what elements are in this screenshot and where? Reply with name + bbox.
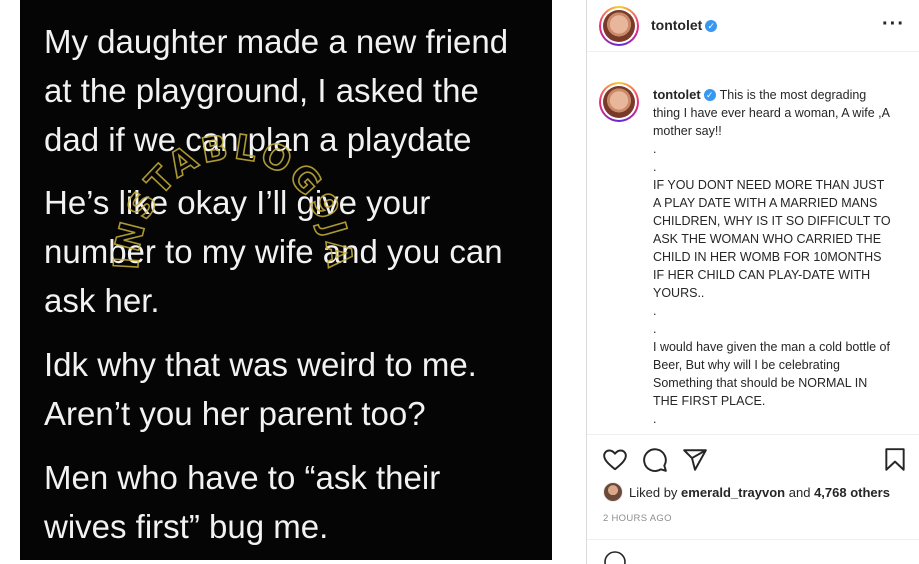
- comment-icon[interactable]: [642, 447, 668, 473]
- header-username[interactable]: tontolet: [651, 17, 702, 33]
- heart-icon[interactable]: [602, 447, 628, 473]
- quote-line: Men who have to “ask their: [44, 459, 441, 496]
- profile-photo: [603, 86, 635, 118]
- likes-count[interactable]: 4,768 others: [814, 485, 890, 500]
- caption-line: .: [653, 142, 657, 156]
- caption-line: .: [653, 322, 657, 336]
- caption-line: I would have given the man a cold bottle…: [653, 340, 890, 408]
- verified-badge-icon: ✓: [705, 20, 718, 32]
- caption-line: .: [653, 412, 657, 426]
- profile-photo: [603, 10, 635, 42]
- caption-area: tontolet ✓ This is the most degrading thin…: [587, 72, 919, 434]
- liked-by-joiner: and: [788, 484, 811, 500]
- bookmark-icon[interactable]: [882, 447, 908, 473]
- more-options-icon[interactable]: ···: [882, 14, 905, 34]
- avatar[interactable]: [599, 6, 639, 46]
- header-user: tontolet ✓: [651, 17, 718, 35]
- quote-line: Idk why that was weird to me.: [44, 346, 477, 383]
- quote-line: My daughter made a new friend: [44, 23, 509, 60]
- quote-line: Aren’t you her parent too?: [44, 395, 426, 432]
- post-media-area: My daughter made a new friend at the pla…: [0, 0, 586, 564]
- post-image[interactable]: My daughter made a new friend at the pla…: [20, 0, 552, 560]
- post-timestamp[interactable]: 2 HOURS AGO: [603, 513, 672, 524]
- liked-by-row: Liked by emerald_trayvon and 4,768 other…: [603, 482, 890, 502]
- share-icon[interactable]: [682, 447, 708, 473]
- quote-line: at the playground, I asked the: [44, 72, 479, 109]
- verified-badge-icon: ✓: [703, 89, 716, 101]
- actions-bar: Liked by emerald_trayvon and 4,768 other…: [587, 434, 919, 564]
- caption-line: IF YOU DONT NEED MORE THAN JUST A PLAY D…: [653, 178, 891, 300]
- liked-by-prefix: Liked by: [629, 484, 678, 500]
- caption-username[interactable]: tontolet: [653, 87, 701, 102]
- avatar[interactable]: [599, 82, 639, 122]
- add-comment-row: [587, 539, 919, 564]
- caption-line: .: [653, 160, 657, 174]
- quote-line: ask her.: [44, 282, 160, 319]
- caption-text: tontolet ✓ This is the most degrading thin…: [653, 86, 893, 428]
- liker-avatar[interactable]: [603, 482, 623, 502]
- quote-line: dad if we can plan a playdate: [44, 121, 472, 158]
- quote-line: He’s like okay I’ll give your: [44, 184, 431, 221]
- post-side-panel: tontolet ✓ ··· tontolet ✓ This is the most …: [587, 0, 919, 564]
- liker-username[interactable]: emerald_trayvon: [681, 485, 785, 500]
- quote-line: number to my wife and you can: [44, 233, 503, 270]
- quote-line: wives first” bug me.: [44, 508, 329, 545]
- emoji-icon[interactable]: [603, 550, 627, 564]
- post-header: tontolet ✓ ···: [587, 0, 919, 52]
- caption-line: .: [653, 304, 657, 318]
